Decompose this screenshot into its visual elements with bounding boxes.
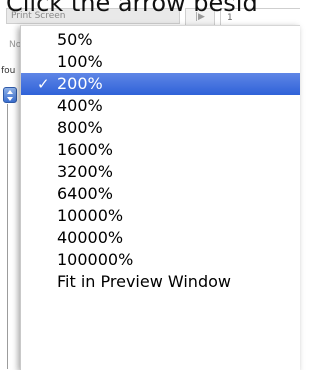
- zoom-menu-item-label: 100000%: [57, 250, 134, 269]
- zoom-menu-item[interactable]: 6400%: [21, 183, 300, 205]
- chevron-up-icon: [7, 90, 13, 94]
- zoom-menu-item[interactable]: 3200%: [21, 161, 300, 183]
- zoom-menu-item[interactable]: 10000%: [21, 205, 300, 227]
- zoom-menu-item-label: 1600%: [57, 140, 113, 159]
- zoom-menu-item-label: 100%: [57, 52, 103, 71]
- background-divider: [7, 104, 8, 369]
- zoom-menu-item-label: 50%: [57, 30, 93, 49]
- zoom-popup-menu: 50% 100% ✓ 200% 400% 800% 1600% 3200% 6400% 10000…: [20, 25, 300, 370]
- zoom-menu-item[interactable]: 800%: [21, 117, 300, 139]
- zoom-menu-item-label: 800%: [57, 118, 103, 137]
- zoom-menu-item[interactable]: ✓ 200%: [21, 73, 300, 95]
- zoom-menu-item[interactable]: 50%: [21, 29, 300, 51]
- zoom-menu-item-label: 10000%: [57, 206, 124, 225]
- zoom-menu-item[interactable]: 40000%: [21, 227, 300, 249]
- instruction-caption: Click the arrow besid: [6, 0, 258, 17]
- zoom-menu-item-label: 400%: [57, 96, 103, 115]
- zoom-menu-item-label: 40000%: [57, 228, 124, 247]
- zoom-menu-item[interactable]: 100%: [21, 51, 300, 73]
- chevron-down-icon: [7, 97, 13, 101]
- zoom-menu-item[interactable]: 1600%: [21, 139, 300, 161]
- checkmark-icon: ✓: [37, 75, 50, 93]
- zoom-menu-item[interactable]: Fit in Preview Window: [21, 271, 300, 293]
- zoom-stepper[interactable]: [3, 87, 17, 103]
- zoom-menu-item[interactable]: 100000%: [21, 249, 300, 271]
- zoom-menu-item[interactable]: 400%: [21, 95, 300, 117]
- zoom-menu-item-label: Fit in Preview Window: [57, 272, 231, 291]
- zoom-menu-item-label: 3200%: [57, 162, 113, 181]
- zoom-menu-item-label: 6400%: [57, 184, 113, 203]
- zoom-menu-item-label: 200%: [57, 74, 103, 93]
